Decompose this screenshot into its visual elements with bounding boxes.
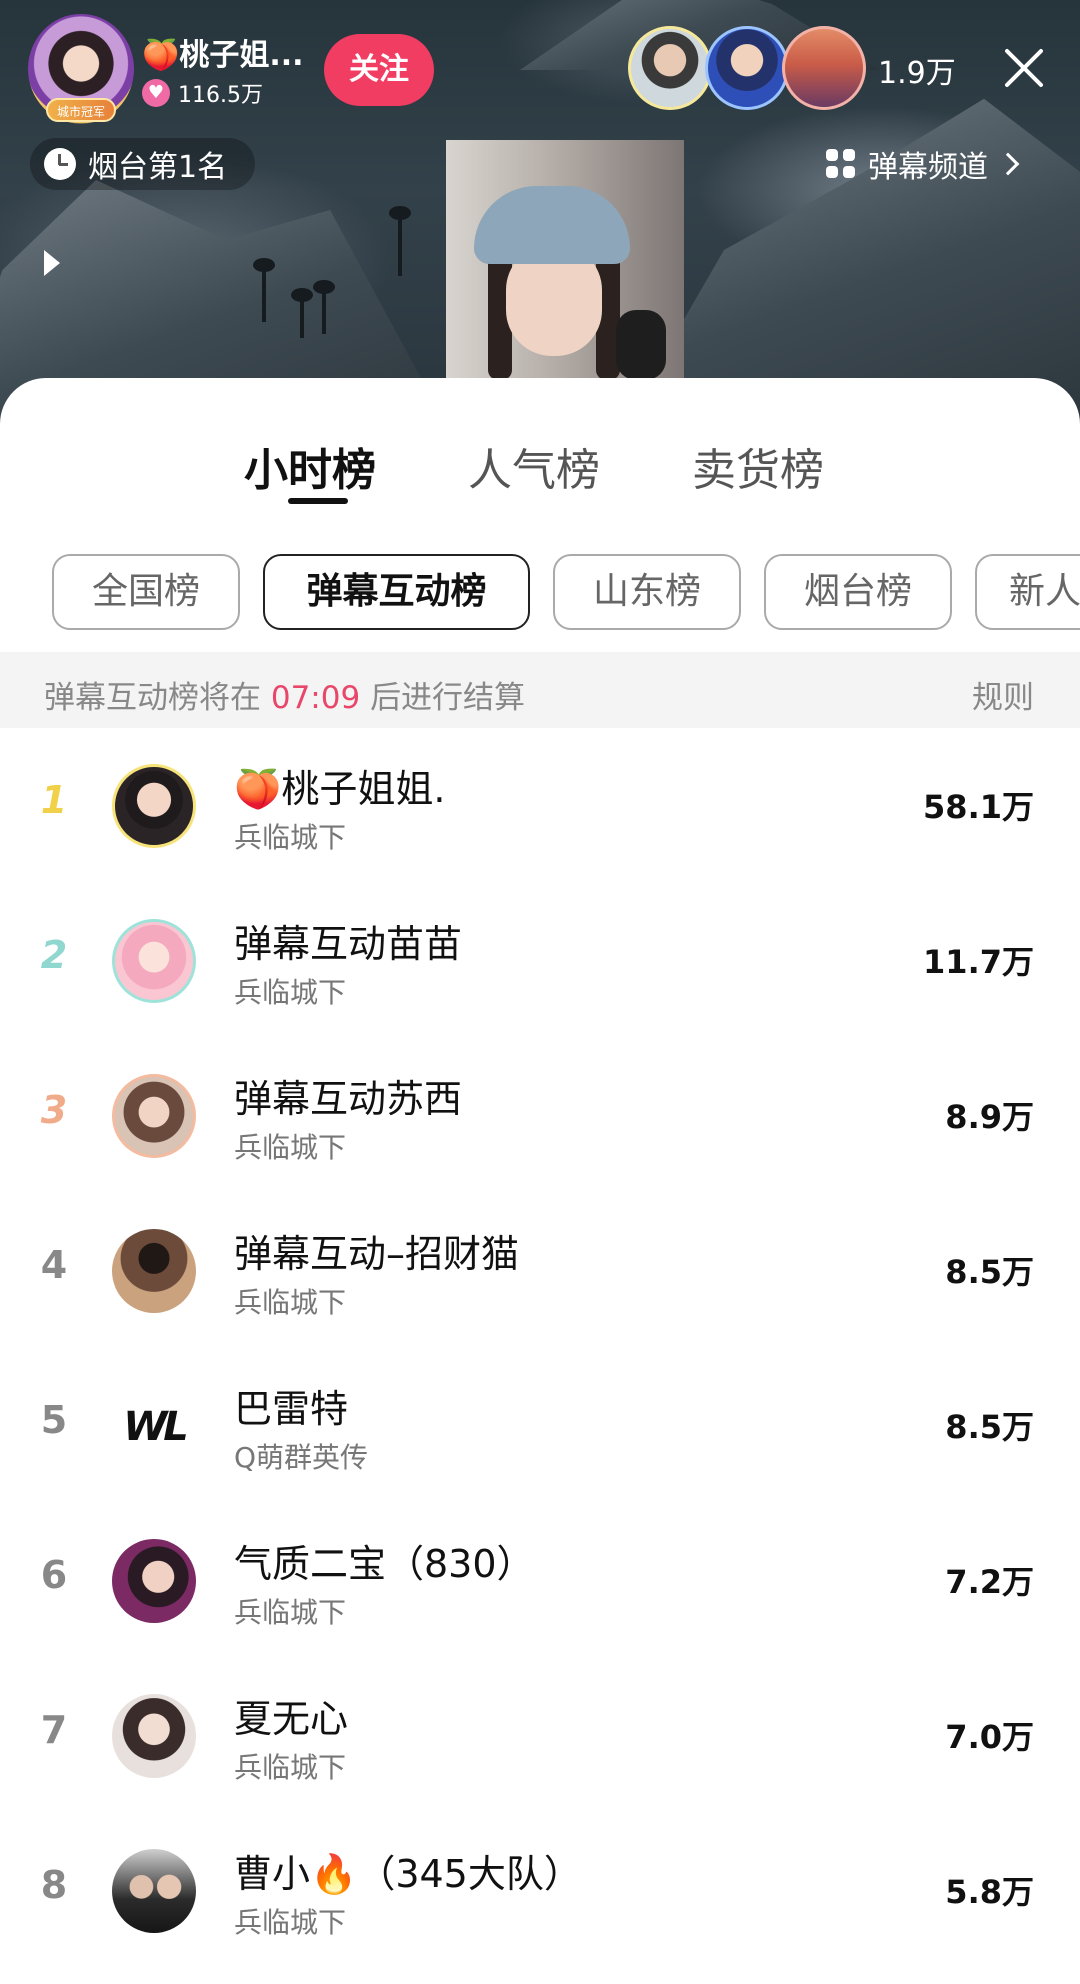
rank-number: 1 — [40, 778, 68, 822]
subtab-newcomer[interactable]: 新人 — [975, 554, 1080, 630]
ranking-list: 1 🍑桃子姐姐. 兵临城下 58.1万 2 弹幕互动苗苗 兵临城下 11.7万 … — [0, 728, 1080, 1968]
anchor-name: 弹幕互动苏西 — [234, 1077, 463, 1121]
ranking-row[interactable]: 8 曹小🔥（345大队） 兵临城下 5.8万 — [0, 1813, 1080, 1968]
avatar[interactable]: WL — [112, 1384, 196, 1468]
anchor-name: 弹幕互动苗苗 — [234, 922, 463, 966]
rank-number: 8 — [40, 1863, 68, 1907]
grid-icon — [826, 149, 856, 179]
subtab-national[interactable]: 全国榜 — [52, 554, 240, 630]
danmu-channel-label: 弹幕频道 — [868, 150, 988, 185]
tree — [253, 258, 275, 322]
mountain-right — [620, 98, 1080, 420]
rank-number: 7 — [40, 1708, 68, 1752]
subtab-yantai[interactable]: 烟台榜 — [764, 554, 952, 630]
rank-number: 4 — [40, 1243, 68, 1287]
anchor-subtitle: 兵临城下 — [234, 1286, 347, 1319]
countdown-time: 07:09 — [270, 680, 361, 716]
notice-prefix: 弹幕互动榜将在 — [44, 680, 261, 716]
anchor-subtitle: 兵临城下 — [234, 1751, 347, 1784]
subtab-danmu-interaction[interactable]: 弹幕互动榜 — [263, 554, 530, 630]
close-icon[interactable] — [1000, 44, 1048, 92]
danmu-channel-button[interactable]: 弹幕频道 — [826, 138, 1020, 190]
heart-icon: ♥ — [142, 79, 170, 107]
ranking-row[interactable]: 3 弹幕互动苏西 兵临城下 8.9万 — [0, 1038, 1080, 1193]
viewer-count[interactable]: 1.9万 — [878, 48, 956, 92]
avatar[interactable] — [112, 1849, 196, 1933]
ranking-row[interactable]: 4 弹幕互动–招财猫 兵临城下 8.5万 — [0, 1193, 1080, 1348]
anchor-subtitle: Q萌群英传 — [234, 1441, 369, 1474]
microphone-icon — [616, 310, 666, 380]
avatar[interactable] — [112, 1074, 196, 1158]
avatar[interactable] — [112, 919, 196, 1003]
avatar[interactable] — [112, 1229, 196, 1313]
clock-icon — [44, 148, 76, 180]
rank-number: 5 — [40, 1398, 68, 1442]
follow-button[interactable]: 关注 — [324, 34, 434, 106]
notice-suffix: 后进行结算 — [370, 680, 526, 716]
anchor-subtitle: 兵临城下 — [234, 1596, 347, 1629]
score: 8.5万 — [945, 1253, 1034, 1291]
ranking-row[interactable]: 1 🍑桃子姐姐. 兵临城下 58.1万 — [0, 728, 1080, 883]
live-stream-background: 城市冠军 🍑桃子姐... ♥ 116.5万 关注 1.9万 烟台第1名 弹幕频道 — [0, 0, 1080, 420]
subtab-shandong[interactable]: 山东榜 — [553, 554, 741, 630]
likes-count: 116.5万 — [178, 83, 263, 108]
viewer-avatar[interactable] — [628, 26, 712, 110]
anchor-subtitle: 兵临城下 — [234, 821, 347, 854]
active-tab-indicator — [288, 498, 348, 504]
play-icon[interactable] — [44, 250, 60, 276]
avatar[interactable] — [112, 764, 196, 848]
rank-number: 6 — [40, 1553, 68, 1597]
rank-number: 3 — [40, 1088, 68, 1132]
anchor-subtitle: 兵临城下 — [234, 976, 347, 1009]
tab-hourly[interactable]: 小时榜 — [244, 434, 376, 498]
anchor-name: 🍑桃子姐姐. — [234, 767, 446, 811]
streamer-name[interactable]: 🍑桃子姐... — [142, 30, 304, 74]
anchor-name: 曹小🔥（345大队） — [234, 1852, 582, 1896]
anchor-name: 气质二宝（830） — [234, 1542, 535, 1586]
streamer-badge: 城市冠军 — [46, 98, 116, 122]
anchor-name: 弹幕互动–招财猫 — [234, 1232, 520, 1276]
score: 58.1万 — [923, 788, 1034, 826]
ranking-row[interactable]: 2 弹幕互动苗苗 兵临城下 11.7万 — [0, 883, 1080, 1038]
viewer-avatar[interactable] — [782, 26, 866, 110]
tree — [291, 288, 313, 338]
avatar[interactable] — [112, 1694, 196, 1778]
guest-video-thumbnail[interactable] — [446, 140, 684, 380]
score: 7.0万 — [945, 1718, 1034, 1756]
tree — [389, 206, 411, 276]
city-rank-label: 烟台第1名 — [88, 150, 228, 185]
tab-sales[interactable]: 卖货榜 — [692, 434, 824, 498]
anchor-name: 巴雷特 — [234, 1387, 349, 1431]
bucket-hat — [474, 186, 630, 264]
rank-number: 2 — [40, 933, 68, 977]
city-rank-chip[interactable]: 烟台第1名 — [30, 138, 256, 190]
ranking-sheet: 小时榜 人气榜 卖货榜 全国榜 弹幕互动榜 山东榜 烟台榜 新人 弹幕互动榜将在… — [0, 378, 1080, 1984]
tab-popular[interactable]: 人气榜 — [468, 434, 600, 498]
score: 8.9万 — [945, 1098, 1034, 1136]
viewer-avatar[interactable] — [705, 26, 789, 110]
rules-link[interactable]: 规则 — [972, 672, 1034, 717]
anchor-subtitle: 兵临城下 — [234, 1906, 347, 1939]
settlement-notice: 弹幕互动榜将在 07:09 后进行结算 — [44, 672, 525, 717]
score: 11.7万 — [923, 943, 1034, 981]
score: 8.5万 — [945, 1408, 1034, 1446]
chevron-right-icon — [996, 152, 1020, 176]
settlement-notice-bar: 弹幕互动榜将在 07:09 后进行结算 规则 — [0, 652, 1080, 728]
ranking-row[interactable]: 6 气质二宝（830） 兵临城下 7.2万 — [0, 1503, 1080, 1658]
tree — [313, 280, 335, 334]
anchor-name: 夏无心 — [234, 1697, 349, 1741]
score: 5.8万 — [945, 1873, 1034, 1911]
anchor-subtitle: 兵临城下 — [234, 1131, 347, 1164]
wl-logo: WL — [123, 1404, 189, 1450]
ranking-row[interactable]: 5 WL 巴雷特 Q萌群英传 8.5万 — [0, 1348, 1080, 1503]
ranking-row[interactable]: 7 夏无心 兵临城下 7.0万 — [0, 1658, 1080, 1813]
score: 7.2万 — [945, 1563, 1034, 1601]
avatar[interactable] — [112, 1539, 196, 1623]
likes-row: ♥ 116.5万 — [142, 78, 263, 108]
